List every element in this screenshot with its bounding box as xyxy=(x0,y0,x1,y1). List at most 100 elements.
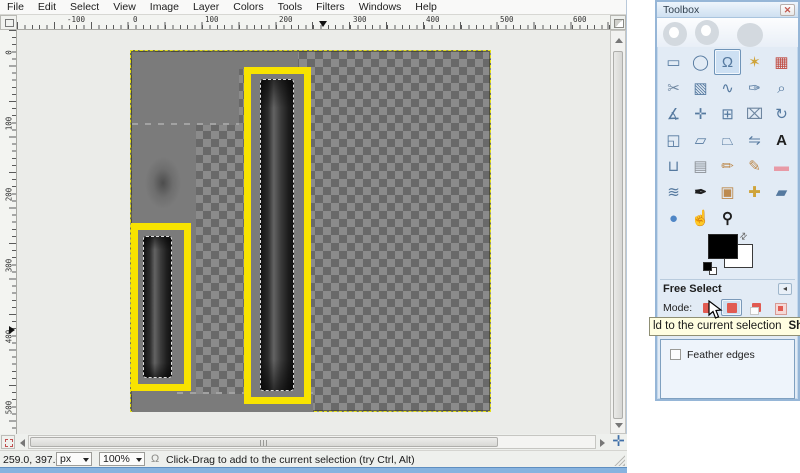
vruler-position-marker-icon xyxy=(9,326,15,334)
menu-edit[interactable]: Edit xyxy=(31,0,63,15)
quickmask-toggle-button[interactable] xyxy=(1,435,15,449)
close-icon[interactable]: ✕ xyxy=(780,4,795,16)
tool-flip[interactable]: ⇋ xyxy=(741,127,768,153)
menu-filters[interactable]: Filters xyxy=(309,0,352,15)
menu-view[interactable]: View xyxy=(106,0,143,15)
color-picker-icon: ✑ xyxy=(748,80,761,97)
menu-select[interactable]: Select xyxy=(63,0,106,15)
default-colors-icon[interactable] xyxy=(703,262,721,276)
bucket-fill-icon: ⊔ xyxy=(667,158,680,175)
scroll-left-icon[interactable] xyxy=(20,439,25,447)
vruler-label: 300 xyxy=(4,258,14,273)
mode-subtract-button[interactable] xyxy=(745,299,766,316)
tooltip-text: ld to the current selection xyxy=(653,320,782,332)
tool-grid: ▭ ◯ Ω ✶ ▦ ✂ ▧ ∿ ✑ ⌕ ∡ ✛ ⊞ ⌧ ↻ ◱ ▱ ⏢ ⇋ A … xyxy=(660,49,795,231)
fuzzy-select-icon: ✶ xyxy=(748,54,761,71)
align-icon: ⊞ xyxy=(721,106,734,123)
tool-airbrush[interactable]: ≋ xyxy=(660,179,687,205)
horizontal-ruler[interactable]: -100 0 100 200 300 400 500 600 xyxy=(17,15,610,30)
hruler-label: 300 xyxy=(353,15,367,24)
tool-free-select[interactable]: Ω xyxy=(714,49,741,75)
vertical-scroll-thumb[interactable] xyxy=(613,51,623,419)
tool-zoom[interactable]: ⌕ xyxy=(768,75,795,101)
tool-eraser[interactable]: ▬ xyxy=(768,153,795,179)
mouse-cursor-icon xyxy=(708,300,723,319)
tool-ink[interactable]: ✒ xyxy=(687,179,714,205)
selection-mode-row: Mode: xyxy=(663,299,793,317)
zoom-value: 100% xyxy=(103,453,130,465)
tool-blur-sharpen[interactable]: ● xyxy=(660,205,687,231)
move-view-cross-icon: ✛ xyxy=(612,433,625,450)
layer-edge-dashes xyxy=(132,123,239,125)
tool-paintbrush[interactable]: ✎ xyxy=(741,153,768,179)
window-resize-grip[interactable] xyxy=(613,454,625,466)
vertical-scrollbar[interactable] xyxy=(610,30,626,434)
tool-dodge-burn[interactable]: ⚲ xyxy=(714,205,741,231)
tool-measure[interactable]: ∡ xyxy=(660,101,687,127)
tooltip-shortcut: Shift xyxy=(788,320,800,332)
rotate-icon: ↻ xyxy=(775,106,788,123)
mode-intersect-button[interactable] xyxy=(769,299,790,316)
selected-dark-bar-tall[interactable] xyxy=(260,79,294,391)
menu-help[interactable]: Help xyxy=(408,0,444,15)
tool-select-by-color[interactable]: ▦ xyxy=(768,49,795,75)
tool-color-picker[interactable]: ✑ xyxy=(741,75,768,101)
ruler-units-button[interactable] xyxy=(0,15,17,30)
tool-fuzzy-select[interactable]: ✶ xyxy=(741,49,768,75)
navigate-view-button[interactable]: ✛ xyxy=(610,434,627,450)
zoom-dropdown[interactable]: 100% xyxy=(99,452,145,466)
scroll-right-icon[interactable] xyxy=(600,439,605,447)
mode-add-button[interactable] xyxy=(721,299,742,316)
toolbox-titlebar[interactable]: Toolbox ✕ xyxy=(657,2,798,18)
tool-foreground-select[interactable]: ▧ xyxy=(687,75,714,101)
horizontal-scrollbar[interactable] xyxy=(28,435,596,449)
gimp-image-window: File Edit Select View Image Layer Colors… xyxy=(0,0,627,473)
tool-paths[interactable]: ∿ xyxy=(714,75,741,101)
tool-perspective[interactable]: ⏢ xyxy=(714,127,741,153)
menu-tools[interactable]: Tools xyxy=(271,0,310,15)
feather-edges-checkbox[interactable] xyxy=(670,349,681,360)
toolbox-title: Toolbox xyxy=(663,4,700,16)
foreground-color-swatch[interactable] xyxy=(708,234,738,259)
horizontal-scroll-thumb[interactable] xyxy=(30,437,498,447)
tool-rotate[interactable]: ↻ xyxy=(768,101,795,127)
collapse-options-button[interactable]: ◂ xyxy=(778,283,792,295)
menu-colors[interactable]: Colors xyxy=(226,0,270,15)
mode-subtract-icon xyxy=(749,302,762,315)
unit-dropdown[interactable]: px xyxy=(56,452,92,466)
selected-dark-bar-short[interactable] xyxy=(143,236,172,378)
tool-pencil[interactable]: ✏ xyxy=(714,153,741,179)
dodge-burn-icon: ⚲ xyxy=(722,210,733,227)
tool-bucket-fill[interactable]: ⊔ xyxy=(660,153,687,179)
statusbar: 259.0, 397.0 px 100% Ω Click-Drag to add… xyxy=(0,450,627,467)
tool-heal[interactable]: ✚ xyxy=(741,179,768,205)
scroll-down-icon[interactable] xyxy=(615,423,623,428)
gray-layer-region-upper-left xyxy=(132,69,239,125)
menu-file[interactable]: File xyxy=(0,0,31,15)
tool-text[interactable]: A xyxy=(768,127,795,153)
tool-rectangle-select[interactable]: ▭ xyxy=(660,49,687,75)
menu-layer[interactable]: Layer xyxy=(186,0,226,15)
vruler-label: 0 xyxy=(4,50,14,55)
menu-windows[interactable]: Windows xyxy=(352,0,409,15)
tool-scissors-select[interactable]: ✂ xyxy=(660,75,687,101)
tool-perspective-clone[interactable]: ▰ xyxy=(768,179,795,205)
menu-image[interactable]: Image xyxy=(143,0,186,15)
tool-align[interactable]: ⊞ xyxy=(714,101,741,127)
scroll-up-icon[interactable] xyxy=(615,38,623,43)
divider xyxy=(660,279,795,280)
tool-ellipse-select[interactable]: ◯ xyxy=(687,49,714,75)
canvas-image[interactable] xyxy=(130,50,491,412)
tool-move[interactable]: ✛ xyxy=(687,101,714,127)
tool-shear[interactable]: ▱ xyxy=(687,127,714,153)
tool-gradient[interactable]: ▤ xyxy=(687,153,714,179)
tool-scale[interactable]: ◱ xyxy=(660,127,687,153)
tool-smudge[interactable]: ☝ xyxy=(687,205,714,231)
rectangle-select-icon: ▭ xyxy=(666,54,681,71)
tool-crop[interactable]: ⌧ xyxy=(741,101,768,127)
swap-colors-icon[interactable]: ⇄ xyxy=(737,230,750,243)
vertical-ruler[interactable]: 0 100 200 300 400 500 xyxy=(0,30,17,434)
zoom-follow-window-button[interactable] xyxy=(610,15,626,30)
tool-clone[interactable]: ▣ xyxy=(714,179,741,205)
canvas-viewport[interactable] xyxy=(17,30,610,434)
